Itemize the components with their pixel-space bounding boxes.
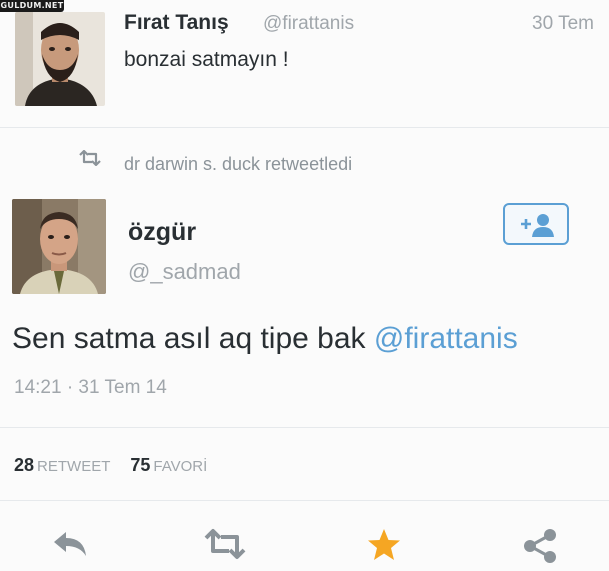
share-button[interactable] (521, 528, 559, 569)
retweet-icon (78, 149, 102, 171)
retweet-icon (204, 529, 246, 559)
retweet-label: RETWEET (37, 458, 111, 475)
reply-button[interactable] (50, 528, 90, 565)
author-name[interactable]: özgür (128, 218, 196, 247)
add-user-icon (521, 214, 554, 237)
tweet-text: Sen satma asıl aq tipe bak @firattanis (12, 322, 518, 356)
ozgur-avatar[interactable] (12, 199, 106, 294)
reply-icon (54, 532, 86, 556)
quoted-tweet-text: bonzai satmayın ! (124, 48, 289, 71)
divider (0, 427, 609, 428)
divider (0, 500, 609, 501)
tweet-stats: 28 RETWEET 75 FAVORİ (14, 455, 207, 476)
retweeted-by-text[interactable]: dr darwin s. duck retweetledi (124, 154, 352, 175)
favorite-count: 75 (130, 455, 151, 475)
author-handle[interactable]: @_sadmad (128, 259, 241, 285)
tweet-body: Sen satma asıl aq tipe bak (12, 322, 374, 355)
favorite-stat[interactable]: 75 FAVORİ (130, 455, 208, 475)
quoted-author-handle[interactable]: @firattanis (263, 13, 354, 35)
mention-link[interactable]: @firattanis (374, 322, 518, 355)
share-icon (524, 529, 556, 563)
tweet-timestamp[interactable]: 14:21 · 31 Tem 14 (14, 377, 167, 399)
site-watermark: GULDUM.NET (0, 0, 64, 12)
divider (0, 127, 609, 128)
retweet-count: 28 (14, 455, 35, 475)
retweet-stat[interactable]: 28 RETWEET (14, 455, 111, 475)
quoted-timestamp[interactable]: 30 Tem (532, 13, 594, 35)
favorite-label: FAVORİ (153, 458, 208, 475)
follow-button[interactable] (503, 203, 569, 245)
firat-avatar[interactable] (15, 12, 105, 106)
favorite-button[interactable] (366, 528, 402, 567)
retweet-button[interactable] (203, 528, 247, 565)
quoted-author-name[interactable]: Fırat Tanış (124, 11, 229, 35)
star-icon (368, 529, 400, 560)
